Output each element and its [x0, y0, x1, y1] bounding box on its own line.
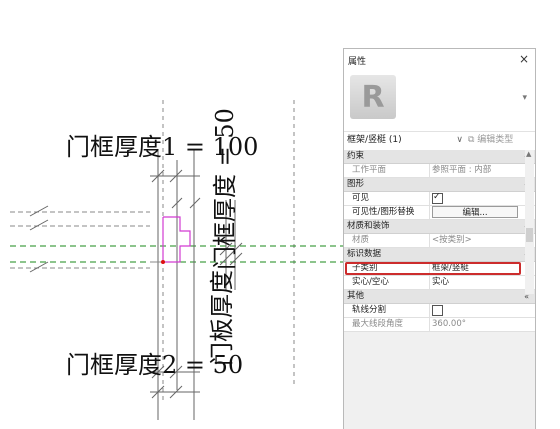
- row-work-plane: 工作平面 参照平面 : 内部: [344, 164, 535, 178]
- properties-title-bar: 属性 ×: [344, 49, 535, 72]
- property-name: 工作平面: [344, 164, 430, 177]
- type-preview[interactable]: R ▾: [344, 71, 535, 131]
- property-value[interactable]: <按类别>: [432, 234, 522, 247]
- chevron-down-icon: ∨: [456, 135, 463, 145]
- property-name: 材质: [344, 234, 430, 247]
- dimension-label-door-panel: 门板厚度: [208, 270, 236, 366]
- scrollbar[interactable]: ▲: [525, 150, 534, 294]
- row-subcategory: 子类别 框架/竖梃: [344, 262, 535, 276]
- section-label: 标识数据: [347, 249, 382, 259]
- property-name: 最大线段角度: [344, 318, 430, 331]
- property-value: [432, 192, 522, 205]
- type-selector-row: 框架/竖梃 (1) ∨ ⧉ 编辑类型: [344, 131, 535, 151]
- close-icon[interactable]: ×: [519, 52, 529, 66]
- row-vg-override: 可见性/图形替换 编辑...: [344, 206, 535, 220]
- row-visible: 可见: [344, 192, 535, 206]
- section-label: 约束: [347, 151, 365, 161]
- revit-logo-icon: R: [350, 75, 396, 119]
- properties-title: 属性: [348, 57, 367, 67]
- properties-grid: 约束 « 工作平面 参照平面 : 内部 图形 « 可见 可见性/图形替换 编辑.…: [344, 150, 535, 332]
- property-name: 轨线分割: [344, 304, 430, 317]
- property-value: [432, 304, 522, 317]
- row-trace-split: 轨线分割: [344, 304, 535, 318]
- section-identity-data[interactable]: 标识数据 «: [344, 248, 535, 262]
- section-materials[interactable]: 材质和装饰 «: [344, 220, 535, 234]
- property-name: 可见性/图形替换: [344, 206, 430, 219]
- scroll-up-icon[interactable]: ▲: [526, 150, 531, 158]
- property-value[interactable]: 实心: [432, 276, 522, 289]
- row-solid-void: 实心/空心 实心: [344, 276, 535, 290]
- property-value: 360.00°: [432, 319, 466, 329]
- properties-panel: 属性 × R ▾ 框架/竖梃 (1) ∨ ⧉ 编辑类型 约束 « 工作平面 参照…: [343, 48, 536, 429]
- dimension-label-frame-thickness-vertical: 门框厚度 = 50: [211, 108, 239, 270]
- vg-edit-button[interactable]: 编辑...: [432, 206, 518, 218]
- property-name: 实心/空心: [344, 276, 430, 289]
- scroll-thumb[interactable]: [526, 228, 533, 242]
- edit-type-label: 编辑类型: [477, 135, 514, 145]
- type-selector-label: 框架/竖梃 (1): [347, 135, 402, 145]
- section-graphics[interactable]: 图形 «: [344, 178, 535, 192]
- property-value: 参照平面 : 内部: [432, 165, 492, 175]
- section-label: 图形: [347, 179, 365, 189]
- trace-split-checkbox[interactable]: [432, 305, 443, 316]
- type-selector[interactable]: 框架/竖梃 (1) ∨: [347, 133, 465, 148]
- property-name: 可见: [344, 192, 430, 205]
- section-other[interactable]: 其他 «: [344, 290, 535, 304]
- section-label: 材质和装饰: [347, 221, 390, 231]
- section-constraints[interactable]: 约束 «: [344, 150, 535, 164]
- edit-type-icon: ⧉: [468, 135, 478, 145]
- row-material: 材质 <按类别>: [344, 234, 535, 248]
- section-label: 其他: [347, 291, 365, 301]
- edit-type-button[interactable]: ⧉ 编辑类型: [468, 133, 513, 148]
- visible-checkbox[interactable]: [432, 192, 443, 204]
- drawing-canvas[interactable]: 门框厚度1 = 100 门框厚度2 = 50 门框厚度 = 50 门板厚度: [0, 0, 343, 429]
- row-max-angle: 最大线段角度 360.00°: [344, 318, 535, 332]
- type-dropdown-icon[interactable]: ▾: [522, 93, 527, 103]
- highlight-box: [345, 262, 521, 275]
